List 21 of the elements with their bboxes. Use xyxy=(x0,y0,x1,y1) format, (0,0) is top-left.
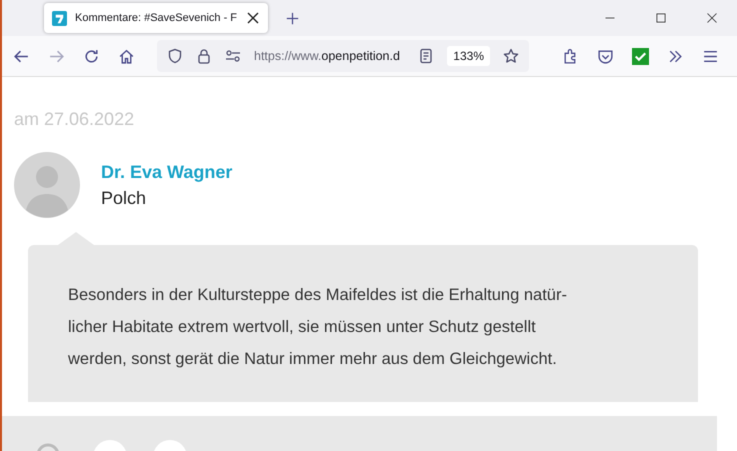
permissions-icon[interactable] xyxy=(225,48,241,64)
new-tab-icon[interactable] xyxy=(286,12,299,25)
lock-icon xyxy=(196,48,212,64)
comment-text: Besonders in der Kultursteppe des Maifeldes ist die Erhaltung natür- licher Habitate extrem wertvoll, sie müssen unter Schutz gestellt werden, sonst gerät die Natur immer mehr aus dem Gleichgewicht. xyxy=(68,285,568,370)
reload-icon[interactable] xyxy=(83,48,100,64)
author-location: Polch xyxy=(101,188,148,209)
close-icon[interactable] xyxy=(706,12,718,24)
zoom-level-button[interactable]: 133% xyxy=(447,46,490,66)
shield-icon xyxy=(167,48,183,64)
close-icon[interactable] xyxy=(245,10,262,26)
url-text[interactable]: https://www.openpetition.d xyxy=(254,49,406,63)
address-bar[interactable]: https://www.openpetition.d 133% xyxy=(157,40,529,72)
pocket-icon[interactable] xyxy=(597,48,614,64)
checkmark-icon[interactable] xyxy=(632,48,649,64)
maximize-icon[interactable] xyxy=(655,12,667,24)
browser-tab[interactable]: Kommentare: #SaveSevenich - F xyxy=(44,3,268,33)
home-icon[interactable] xyxy=(118,48,135,64)
avatar-icon xyxy=(14,152,80,218)
bookmark-star-icon[interactable] xyxy=(503,48,519,64)
site-logo-icon xyxy=(52,10,67,26)
reader-view-icon[interactable] xyxy=(418,48,434,64)
